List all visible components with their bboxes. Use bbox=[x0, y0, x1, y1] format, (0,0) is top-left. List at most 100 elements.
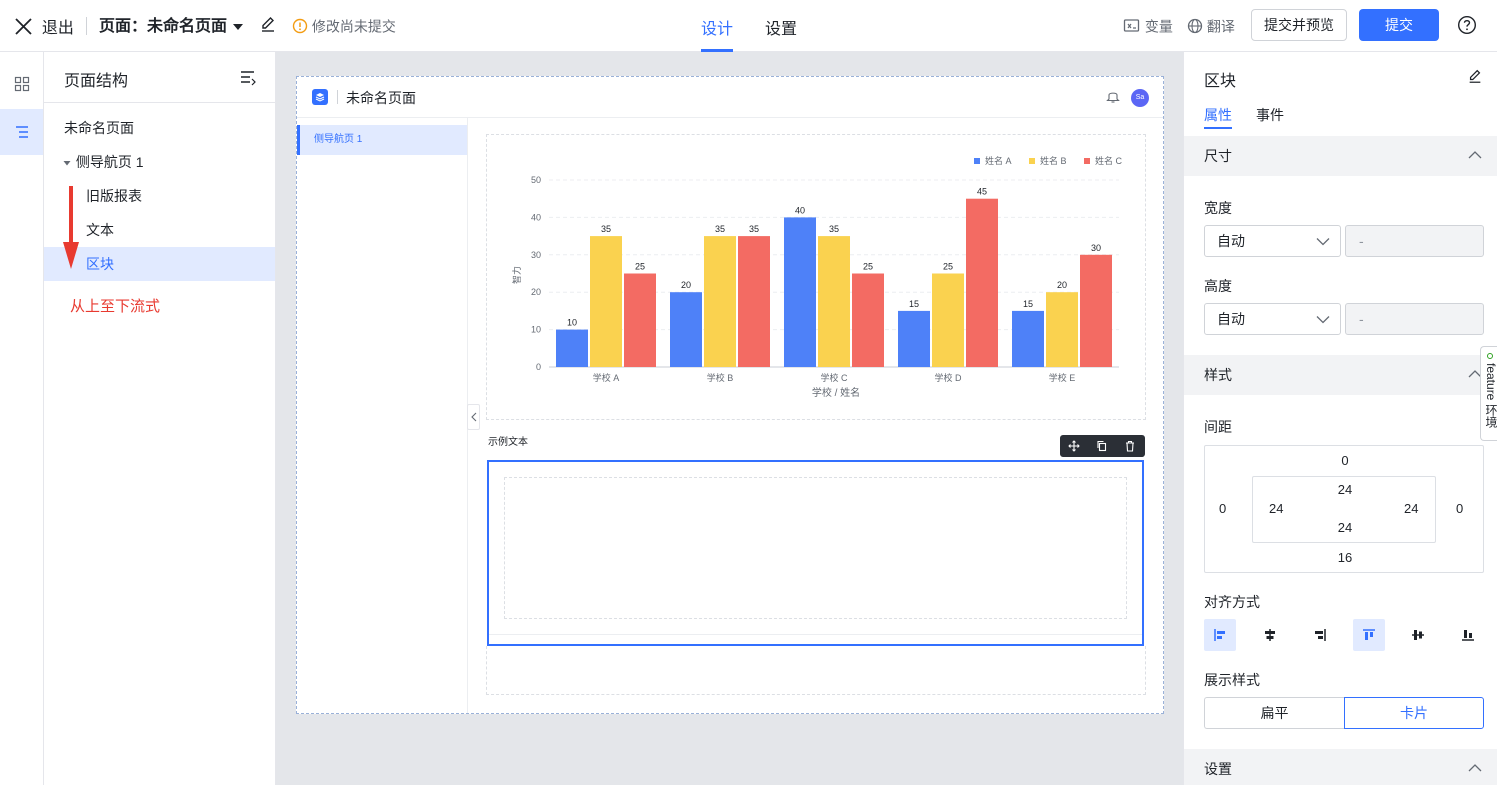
variables-button[interactable]: 变量 bbox=[1123, 16, 1173, 34]
selected-block[interactable] bbox=[487, 460, 1144, 646]
legend-swatch bbox=[1084, 158, 1090, 164]
margin-bottom[interactable]: 16 bbox=[1205, 550, 1485, 565]
settings-section-header[interactable]: 设置 bbox=[1184, 749, 1497, 785]
height-select[interactable]: 自动 bbox=[1204, 303, 1341, 335]
components-button[interactable] bbox=[0, 61, 43, 107]
align-top-button[interactable] bbox=[1353, 619, 1385, 651]
avatar[interactable]: Sa bbox=[1131, 89, 1149, 107]
tab-settings[interactable]: 设置 bbox=[765, 15, 797, 39]
exit-button[interactable]: 退出 bbox=[14, 14, 74, 38]
sample-text: 示例文本 bbox=[488, 437, 528, 448]
bar[interactable] bbox=[670, 292, 702, 367]
bar[interactable] bbox=[590, 236, 622, 367]
drop-zone bbox=[486, 646, 1146, 695]
delete-icon[interactable] bbox=[1124, 440, 1136, 452]
align-middle-button[interactable] bbox=[1402, 619, 1434, 651]
data-label: 35 bbox=[715, 224, 725, 234]
unsaved-status: 修改尚未提交 bbox=[292, 16, 396, 34]
collapse-nav-button[interactable] bbox=[467, 404, 480, 430]
tab-properties[interactable]: 属性 bbox=[1204, 105, 1232, 125]
tree-item-label: 区块 bbox=[86, 256, 114, 272]
style-section-header[interactable]: 样式 bbox=[1184, 355, 1497, 395]
display-flat-option[interactable]: 扁平 bbox=[1204, 697, 1344, 729]
bar[interactable] bbox=[704, 236, 736, 367]
align-left-button[interactable] bbox=[1204, 619, 1236, 651]
align-label: 对齐方式 bbox=[1204, 594, 1260, 610]
margin-top[interactable]: 0 bbox=[1205, 453, 1485, 468]
structure-options-button[interactable] bbox=[239, 68, 257, 89]
bar[interactable] bbox=[556, 329, 588, 367]
margin-right[interactable]: 0 bbox=[1456, 501, 1463, 516]
padding-top[interactable]: 24 bbox=[1205, 482, 1485, 497]
help-icon bbox=[1457, 15, 1477, 35]
legend-label: 姓名 C bbox=[1095, 155, 1123, 166]
x-tick-label: 学校 B bbox=[707, 372, 734, 383]
align-top-icon bbox=[1363, 629, 1375, 640]
tab-properties-indicator bbox=[1204, 127, 1232, 129]
bar[interactable] bbox=[738, 236, 770, 367]
width-select[interactable]: 自动 bbox=[1204, 225, 1341, 257]
bar[interactable] bbox=[818, 236, 850, 367]
legend-swatch bbox=[1029, 158, 1035, 164]
bar[interactable] bbox=[1012, 310, 1044, 367]
notification-button[interactable] bbox=[1106, 89, 1120, 107]
bar[interactable] bbox=[932, 273, 964, 368]
spacing-editor: 0 0 0 16 24 24 24 24 bbox=[1204, 445, 1484, 573]
tree-item-page[interactable]: 未命名页面 bbox=[44, 111, 275, 145]
margin-left[interactable]: 0 bbox=[1219, 501, 1226, 516]
bar[interactable] bbox=[1046, 292, 1078, 367]
block-inner bbox=[504, 477, 1127, 619]
bar[interactable] bbox=[624, 273, 656, 368]
page-selector[interactable]: 页面：未命名页面 bbox=[99, 14, 245, 38]
chevron-up-icon bbox=[1468, 764, 1482, 772]
align-center-icon bbox=[1265, 629, 1275, 641]
settings-section-title: 设置 bbox=[1204, 761, 1232, 777]
tree-item-label: 未命名页面 bbox=[64, 120, 134, 136]
display-card-option[interactable]: 卡片 bbox=[1344, 697, 1484, 729]
rename-button[interactable] bbox=[259, 15, 277, 36]
translate-button[interactable]: 翻译 bbox=[1187, 16, 1235, 34]
size-section-header[interactable]: 尺寸 bbox=[1184, 136, 1497, 176]
side-nav-item[interactable]: 侧导航页 1 bbox=[297, 125, 467, 155]
align-right-button[interactable] bbox=[1304, 619, 1336, 651]
copy-icon[interactable] bbox=[1096, 440, 1108, 452]
structure-button[interactable] bbox=[0, 109, 43, 155]
bar[interactable] bbox=[852, 273, 884, 368]
props-title: 区块 bbox=[1204, 73, 1237, 90]
align-bottom-button[interactable] bbox=[1452, 619, 1484, 651]
design-canvas: 未命名页面 Sa 侧导航页 1 0 10 20 30 40 50 10 35 25 学校 A 20 3… bbox=[276, 52, 1183, 785]
padding-left[interactable]: 24 bbox=[1269, 501, 1283, 516]
tree-item-label: 文本 bbox=[86, 222, 114, 238]
submit-button[interactable]: 提交 bbox=[1359, 9, 1439, 41]
structure-panel: 页面结构 未命名页面 侧导航页 1 旧版报表 文本 区块 从上至下流式 bbox=[44, 52, 276, 785]
divider bbox=[44, 102, 275, 103]
y-tick-label: 20 bbox=[531, 287, 541, 297]
bar[interactable] bbox=[966, 198, 998, 367]
feature-env-label: feature 环境 bbox=[1484, 363, 1497, 428]
tree-item-sidenav[interactable]: 侧导航页 1 bbox=[44, 145, 275, 179]
tab-events[interactable]: 事件 bbox=[1256, 105, 1284, 125]
bar[interactable] bbox=[1080, 254, 1112, 367]
data-label: 35 bbox=[601, 224, 611, 234]
feature-env-tab[interactable]: feature 环境 bbox=[1480, 346, 1497, 441]
data-label: 40 bbox=[795, 205, 805, 215]
tab-design[interactable]: 设计 bbox=[701, 15, 733, 39]
width-select-value: 自动 bbox=[1217, 233, 1245, 249]
submit-preview-button[interactable]: 提交并预览 bbox=[1251, 9, 1347, 41]
chevron-up-icon bbox=[1468, 151, 1482, 159]
help-button[interactable] bbox=[1457, 15, 1477, 38]
rename-block-button[interactable] bbox=[1467, 68, 1483, 87]
app-title: 未命名页面 bbox=[346, 90, 416, 106]
list-settings-icon bbox=[241, 71, 256, 86]
align-center-button[interactable] bbox=[1254, 619, 1286, 651]
y-axis-label: 智力 bbox=[511, 266, 522, 284]
variable-icon bbox=[1123, 19, 1140, 32]
bar[interactable] bbox=[898, 310, 930, 367]
move-icon[interactable] bbox=[1068, 440, 1080, 452]
bar[interactable] bbox=[784, 217, 816, 367]
y-tick-label: 50 bbox=[531, 175, 541, 185]
padding-right[interactable]: 24 bbox=[1404, 501, 1418, 516]
legend-label: 姓名 A bbox=[985, 155, 1012, 166]
padding-bottom[interactable]: 24 bbox=[1205, 520, 1485, 535]
data-label: 10 bbox=[567, 318, 577, 328]
